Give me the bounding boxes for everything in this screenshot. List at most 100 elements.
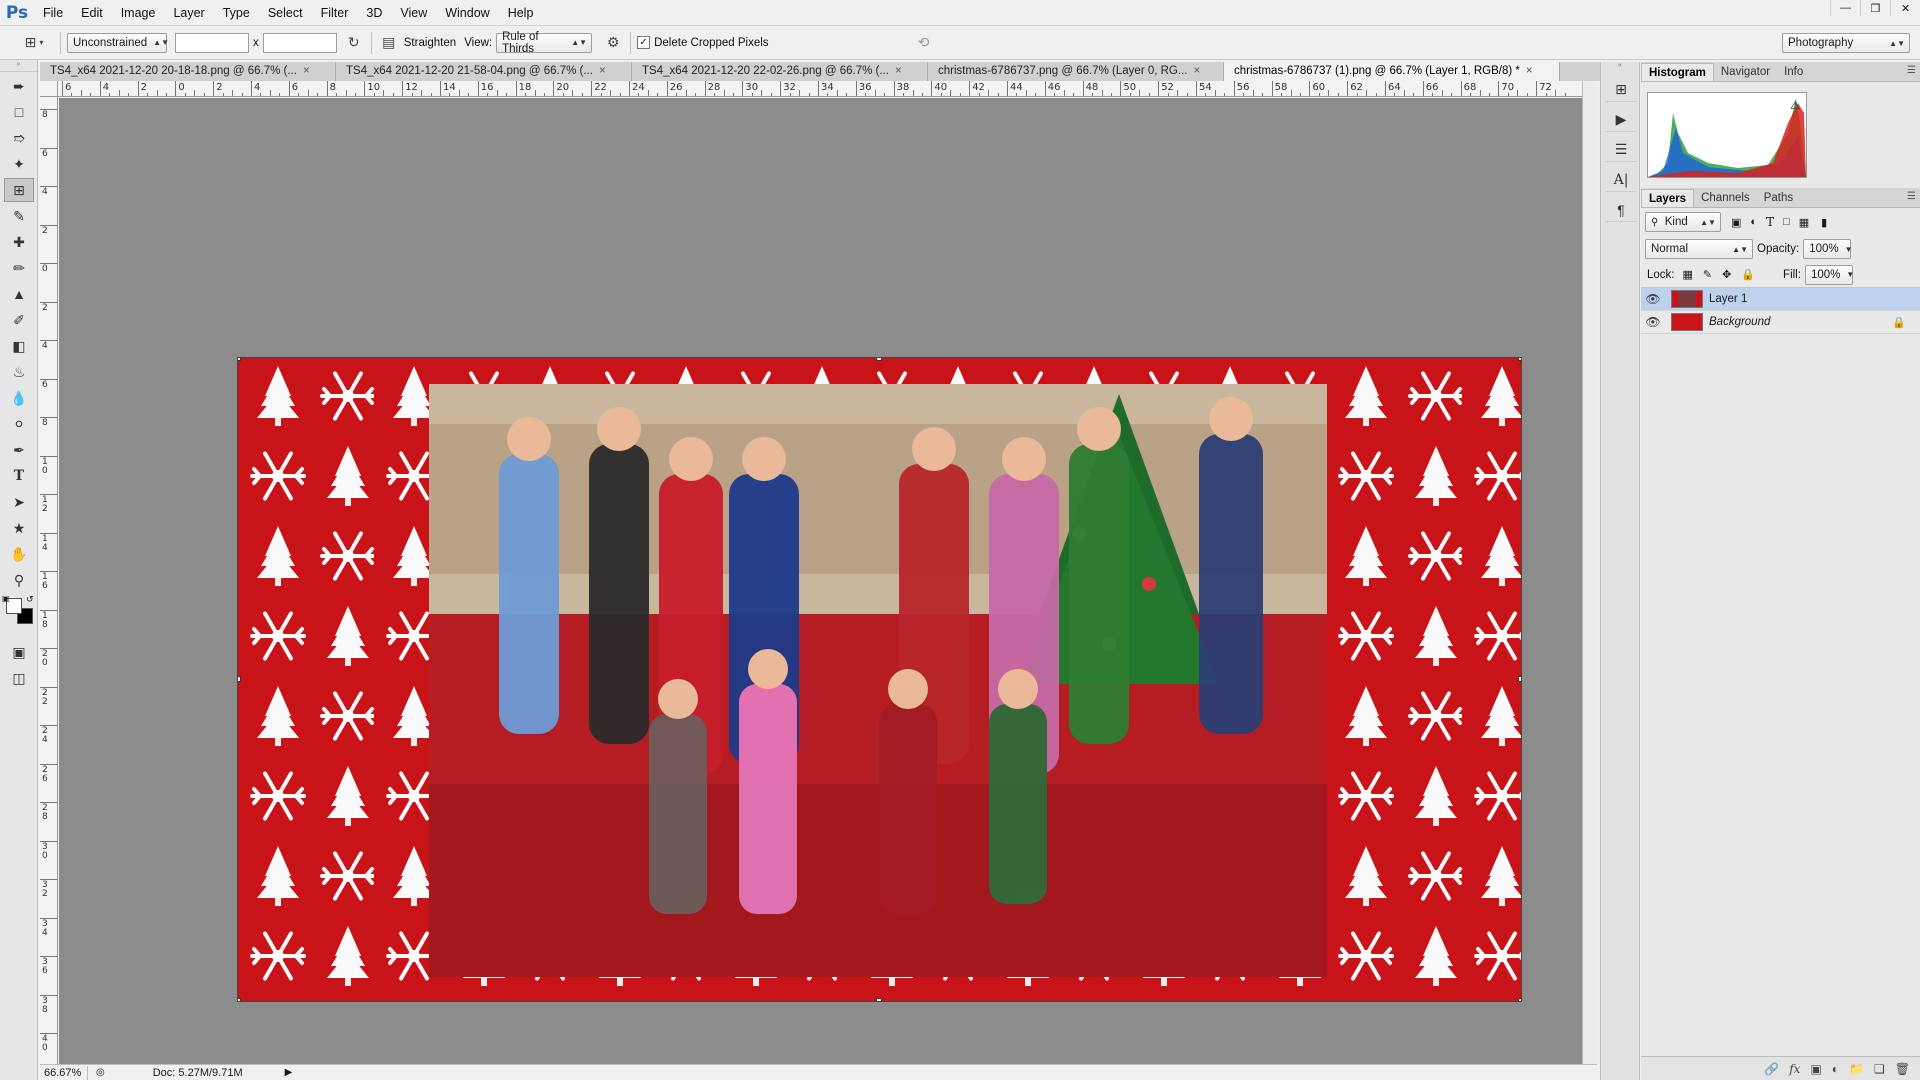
menu-file[interactable]: File [34, 0, 72, 26]
lock-all-icon[interactable]: 🔒 [1741, 268, 1755, 281]
lock-transparent-icon[interactable]: ▦ [1683, 268, 1693, 281]
ratio-height-input[interactable] [262, 32, 337, 53]
fill-input[interactable]: 100% ▼ [1804, 264, 1854, 285]
menu-layer[interactable]: Layer [164, 0, 213, 26]
visibility-eye-icon[interactable]: 👁 [1641, 292, 1665, 306]
tab-histogram[interactable]: Histogram [1641, 63, 1714, 81]
workspace-select[interactable]: Photography ▲▼ [1782, 33, 1910, 53]
status-menu-arrow-icon[interactable]: ▶ [285, 1067, 293, 1078]
vertical-scrollbar[interactable] [1582, 81, 1597, 1064]
zoom-level[interactable]: 66.67% [40, 1065, 88, 1080]
quick-mask-icon[interactable]: ▣ [4, 640, 34, 664]
crop-handle-right[interactable] [1518, 676, 1521, 682]
close-icon[interactable]: × [599, 62, 606, 81]
menu-window[interactable]: Window [436, 0, 498, 26]
menu-select[interactable]: Select [259, 0, 312, 26]
properties-panel-icon[interactable]: ☰ [1606, 138, 1636, 162]
new-group-icon[interactable]: 📁 [1849, 1062, 1864, 1076]
actions-panel-icon[interactable]: ▶ [1606, 108, 1636, 132]
lock-position-icon[interactable]: ✥ [1722, 268, 1731, 281]
tab-navigator[interactable]: Navigator [1714, 63, 1777, 81]
ruler-origin[interactable] [40, 81, 58, 97]
ratio-width-input[interactable] [175, 32, 249, 53]
pen-tool-icon[interactable]: ✒ [4, 438, 34, 462]
crop-handle-left[interactable] [238, 676, 241, 682]
eraser-tool-icon[interactable]: ◧ [4, 334, 34, 358]
panel-grip[interactable]: » [0, 60, 37, 72]
tab-channels[interactable]: Channels [1694, 189, 1757, 207]
default-colors-icon[interactable]: ▣ [2, 594, 10, 603]
dock-grip[interactable]: « [1601, 62, 1639, 72]
crop-handle-bottom[interactable] [876, 998, 882, 1001]
new-layer-icon[interactable]: ❏ [1874, 1062, 1885, 1076]
crop-handle-top[interactable] [876, 358, 882, 361]
paint-bucket-tool-icon[interactable]: ♨ [4, 360, 34, 384]
marquee-tool-icon[interactable]: □ [4, 100, 34, 124]
brush-tool-icon[interactable]: ✏ [4, 256, 34, 280]
history-brush-tool-icon[interactable]: ✐ [4, 308, 34, 332]
menu-3d[interactable]: 3D [357, 0, 391, 26]
vertical-ruler[interactable]: 8 6 4 2 0 2 4 6 8 1 0 1 2 1 4 1 6 1 8 2 0 2 2 2 4 2 6 2 8 3… [40, 97, 58, 1065]
screen-mode-icon[interactable]: ◫ [4, 666, 34, 690]
close-icon[interactable]: ✕ [1890, 0, 1920, 16]
lock-image-icon[interactable]: ✎ [1703, 268, 1712, 281]
filter-type-icon[interactable]: T [1766, 215, 1774, 229]
add-mask-icon[interactable]: ▣ [1810, 1062, 1821, 1076]
doc-tab[interactable]: TS4_x64 2021-12-20 21-58-04.png @ 66.7% … [336, 62, 632, 81]
horizontal-ruler[interactable]: 6 4 2 0 2 4 6 8 10 12 14 16 18 20 22 24 26 28 30 32 34 36 38 40… [58, 81, 1582, 97]
type-tool-icon[interactable]: T [4, 464, 34, 488]
layer-kind-filter[interactable]: ⚲ Kind ▲▼ [1645, 212, 1721, 232]
ratio-select[interactable]: Unconstrained ▲▼ [67, 32, 169, 53]
path-selection-tool-icon[interactable]: ➤ [4, 490, 34, 514]
reset-icon[interactable]: ⟲ [913, 32, 935, 54]
layer-row[interactable]: 👁 Layer 1 [1641, 288, 1920, 311]
restore-icon[interactable]: ❐ [1860, 0, 1890, 16]
tab-info[interactable]: Info [1777, 63, 1810, 81]
tab-layers[interactable]: Layers [1641, 189, 1695, 207]
canvas-area[interactable] [59, 98, 1582, 1064]
layer-style-icon[interactable]: fx [1789, 1062, 1800, 1076]
blur-tool-icon[interactable]: 💧 [4, 386, 34, 410]
eyedropper-tool-icon[interactable]: ✎ [4, 204, 34, 228]
history-panel-icon[interactable]: ⊞ [1606, 78, 1636, 102]
lasso-tool-icon[interactable]: ➱ [4, 126, 34, 150]
crop-handle-bottom-right[interactable] [1518, 998, 1521, 1001]
menu-help[interactable]: Help [499, 0, 543, 26]
paragraph-panel-icon[interactable]: ¶ [1606, 198, 1636, 222]
filter-toggle-icon[interactable]: ▮ [1821, 216, 1827, 229]
histogram-cache-warning-icon[interactable]: ⚠ [1790, 99, 1800, 112]
link-layers-icon[interactable]: 🔗 [1764, 1062, 1779, 1076]
gear-icon[interactable]: ⚙ [602, 32, 624, 54]
status-info-icon[interactable]: ◎ [96, 1067, 105, 1078]
move-tool-icon[interactable]: ➨ [4, 74, 34, 98]
filter-pixel-icon[interactable]: ▣ [1731, 216, 1741, 229]
opacity-input[interactable]: 100% ▼ [1803, 239, 1853, 259]
delete-layer-icon[interactable]: 🗑 [1895, 1062, 1910, 1076]
crop-handle-top-left[interactable] [238, 358, 241, 361]
filter-smart-object-icon[interactable]: ▦ [1799, 216, 1809, 229]
shape-tool-icon[interactable]: ★ [4, 516, 34, 540]
close-icon[interactable]: × [895, 62, 902, 81]
swap-colors-icon[interactable]: ↺ [26, 594, 34, 605]
visibility-eye-icon[interactable]: 👁 [1641, 315, 1665, 329]
close-icon[interactable]: × [303, 62, 310, 81]
hand-tool-icon[interactable]: ✋ [4, 542, 34, 566]
doc-tab[interactable]: TS4_x64 2021-12-20 20-18-18.png @ 66.7% … [40, 62, 336, 81]
healing-brush-tool-icon[interactable]: ✚ [4, 230, 34, 254]
zoom-tool-icon[interactable]: ⚲ [4, 568, 34, 592]
crop-tool-preset-icon[interactable]: ⊞ ▾ [14, 32, 54, 54]
swap-rotate-icon[interactable]: ↻ [343, 32, 365, 54]
straighten-icon[interactable]: ▤ [378, 32, 400, 54]
quick-select-tool-icon[interactable]: ✦ [4, 152, 34, 176]
menu-filter[interactable]: Filter [312, 0, 358, 26]
menu-view[interactable]: View [391, 0, 436, 26]
crop-tool-icon[interactable]: ⊞ [4, 178, 34, 202]
panel-menu-icon[interactable]: ☰ [1907, 191, 1916, 202]
menu-type[interactable]: Type [214, 0, 259, 26]
clone-stamp-tool-icon[interactable]: ▲ [4, 282, 34, 306]
menu-image[interactable]: Image [112, 0, 165, 26]
view-overlay-select[interactable]: Rule of Thirds ▲▼ [496, 31, 593, 55]
filter-shape-icon[interactable]: □ [1783, 216, 1790, 228]
straighten-button[interactable]: Straighten [404, 37, 456, 49]
doc-tab-active[interactable]: christmas-6786737 (1).png @ 66.7% (Layer… [1224, 62, 1560, 81]
